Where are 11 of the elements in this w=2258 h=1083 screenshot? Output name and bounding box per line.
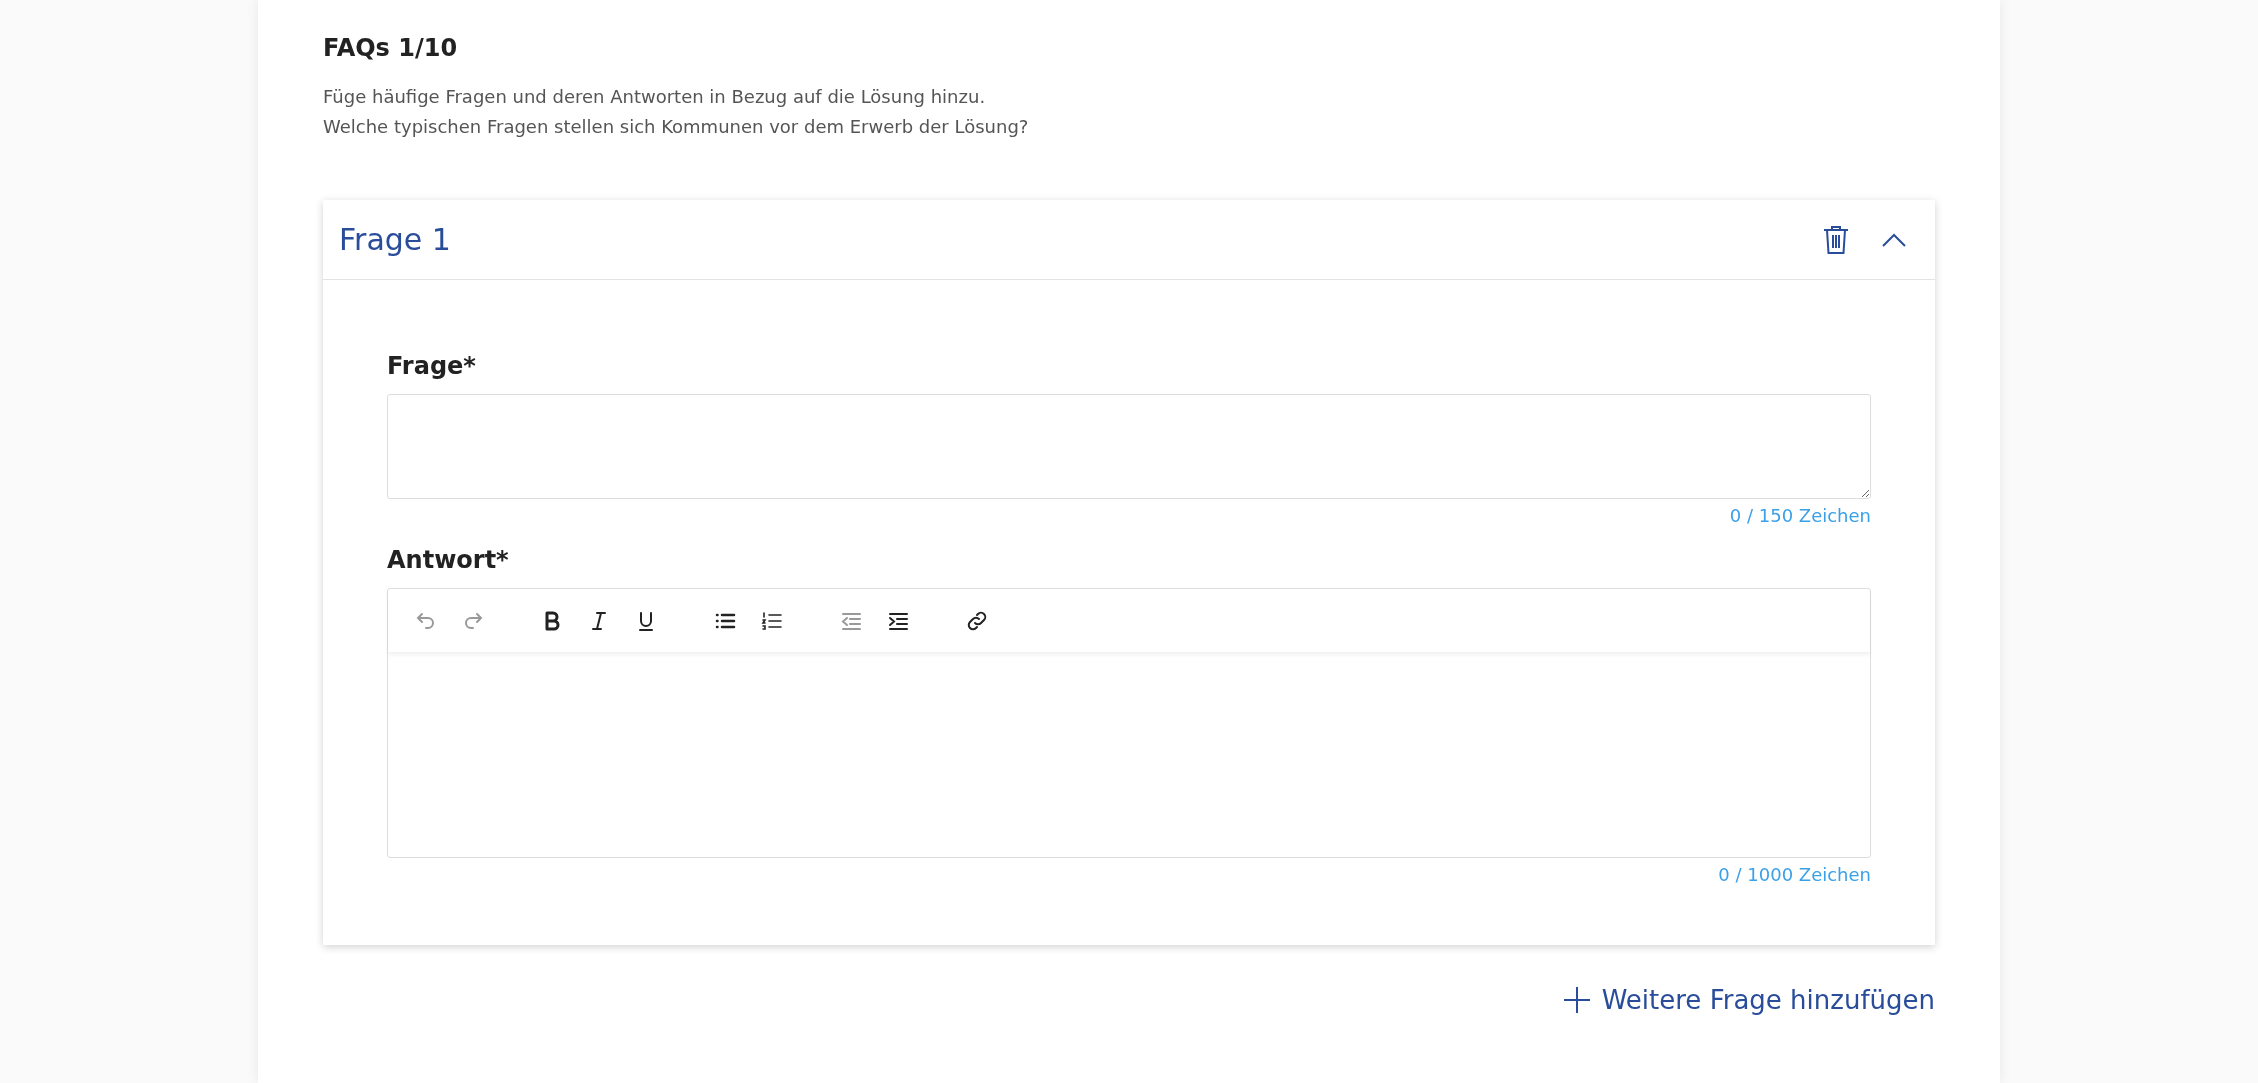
add-question-button[interactable]: Weitere Frage hinzufügen: [1561, 981, 1935, 1019]
section-description: Welche typischen Fragen stellen sich Kommunen vor dem Erwerb der Lösung?: [323, 115, 1030, 139]
character-counter: 0 / 1000 Zeichen: [1717, 864, 1871, 885]
faq-title[interactable]: Frage 1: [339, 222, 1793, 257]
section-description: Füge häufige Fragen und deren Antworten in Bezug auf die Lösung hinzu.: [323, 85, 987, 109]
field-label: Frage*: [387, 352, 477, 380]
field-label: Antwort*: [387, 546, 510, 574]
question-field[interactable]: [387, 394, 1871, 499]
character-counter: 0 / 150 Zeichen: [1728, 505, 1871, 526]
plus-icon: [1561, 985, 1592, 1015]
section-title: FAQs 1/10: [323, 34, 459, 62]
